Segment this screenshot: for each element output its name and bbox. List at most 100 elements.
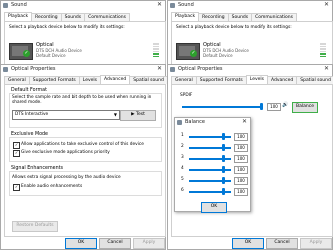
tab-communications[interactable]: Communications — [251, 13, 297, 21]
test-label: Test — [136, 112, 145, 117]
title-bar: Optical Properties ✕ — [168, 65, 332, 74]
tab-bar: Playback Recording Sounds Communications — [171, 12, 297, 22]
device-status: Default Device — [36, 53, 66, 58]
level-meter — [320, 43, 326, 57]
balance-channel-row: 4 100 — [175, 165, 252, 174]
cancel-button[interactable]: Cancel — [99, 238, 131, 249]
enable-enhancements-label: Enable audio enhancements — [21, 184, 83, 189]
channel-value[interactable]: 100 — [234, 144, 248, 152]
optical-properties-left: Optical Properties ✕ General Supported F… — [0, 64, 168, 250]
spdif-value[interactable]: 100 — [267, 103, 281, 111]
window-title: Balance — [185, 119, 205, 125]
tab-bar: General Supported Formats Levels Advance… — [171, 75, 333, 85]
ok-button[interactable]: OK — [232, 238, 264, 249]
channel-label: 3 — [181, 155, 184, 160]
exclusive-control-label: Allow applications to take exclusive con… — [21, 142, 144, 147]
balance-channel-row: 5 100 — [175, 176, 252, 185]
default-check-icon: ✓ — [23, 50, 30, 57]
exclusive-priority-label: Give exclusive mode applications priorit… — [21, 150, 110, 155]
channel-value[interactable]: 100 — [234, 188, 248, 196]
tab-general[interactable]: General — [4, 76, 30, 84]
channel-slider-thumb[interactable] — [222, 155, 225, 162]
title-bar: Optical Properties ✕ — [1, 65, 165, 74]
sound-window-right: Sound ✕ Playback Recording Sounds Commun… — [167, 0, 333, 68]
restore-defaults-button[interactable]: Restore Defaults — [12, 221, 58, 232]
tab-supported-formats[interactable]: Supported Formats — [28, 76, 80, 84]
tab-communications[interactable]: Communications — [84, 13, 130, 21]
speaker-icon — [170, 67, 175, 72]
close-icon[interactable]: ✕ — [242, 118, 247, 125]
advanced-panel: Default Format Select the sample rate an… — [4, 84, 166, 237]
tab-advanced[interactable]: Advanced — [267, 76, 298, 84]
balance-channel-row: 6 100 — [175, 187, 252, 196]
tab-levels[interactable]: Levels — [78, 76, 102, 84]
title-bar: Sound ✕ — [1, 1, 165, 10]
spdif-slider-fill — [182, 106, 262, 108]
tab-bar: General Supported Formats Levels Advance… — [4, 75, 168, 85]
ok-button[interactable]: OK — [201, 202, 227, 213]
device-status: Default Device — [203, 53, 233, 58]
default-check-icon: ✓ — [190, 50, 197, 57]
title-bar: Sound ✕ — [168, 1, 332, 10]
channel-label: 1 — [181, 133, 184, 138]
balance-channel-row: 1 100 — [175, 132, 252, 141]
spdif-label: SPDIF — [180, 93, 193, 98]
channel-slider-thumb[interactable] — [222, 133, 225, 140]
channel-slider-thumb[interactable] — [222, 177, 225, 184]
channel-value[interactable]: 100 — [234, 177, 248, 185]
tab-spatial-sound[interactable]: Spatial sound — [129, 76, 168, 84]
tab-recording[interactable]: Recording — [31, 13, 62, 21]
tab-supported-formats[interactable]: Supported Formats — [195, 76, 247, 84]
speaker-mute-icon[interactable]: 🔊 — [282, 102, 289, 109]
exclusive-control-checkbox[interactable]: ✓ — [13, 142, 20, 149]
chevron-down-icon: ▼ — [113, 112, 117, 117]
channel-label: 4 — [181, 166, 184, 171]
tab-recording[interactable]: Recording — [198, 13, 229, 21]
channel-label: 5 — [181, 177, 184, 182]
balance-channel-row: 3 100 — [175, 154, 252, 163]
speaker-icon — [170, 3, 175, 8]
channel-label: 2 — [181, 144, 184, 149]
signal-enhancements-desc: Allows extra signal processing by the au… — [12, 175, 121, 180]
default-format-desc: Select the sample rate and bit depth to … — [12, 95, 152, 105]
window-title: Optical Properties — [178, 66, 223, 72]
channel-slider-thumb[interactable] — [222, 188, 225, 195]
speaker-icon — [3, 3, 8, 8]
channel-value[interactable]: 100 — [234, 133, 248, 141]
tab-bar: Playback Recording Sounds Communications — [4, 12, 130, 22]
window-title: Optical Properties — [11, 66, 56, 72]
enable-enhancements-checkbox[interactable]: ✓ — [13, 184, 20, 191]
channel-slider-thumb[interactable] — [222, 166, 225, 173]
close-icon[interactable]: ✕ — [324, 65, 329, 72]
apply-button[interactable]: Apply — [300, 238, 332, 249]
tab-sounds[interactable]: Sounds — [227, 13, 253, 21]
balance-button[interactable]: Balance — [292, 102, 318, 113]
instruction-text: Select a playback device below to modify… — [176, 25, 292, 30]
window-title: Sound — [11, 2, 27, 8]
window-title: Sound — [178, 2, 194, 8]
cancel-button[interactable]: Cancel — [266, 238, 298, 249]
close-icon[interactable]: ✕ — [324, 1, 329, 8]
format-select[interactable]: DTS Interactive ▼ — [12, 110, 120, 120]
channel-value[interactable]: 100 — [234, 166, 248, 174]
close-icon[interactable]: ✕ — [157, 65, 162, 72]
tab-sounds[interactable]: Sounds — [60, 13, 86, 21]
tab-general[interactable]: General — [171, 76, 197, 84]
channel-value[interactable]: 100 — [234, 155, 248, 163]
exclusive-priority-checkbox[interactable]: ✓ — [13, 150, 20, 157]
tab-spatial-sound[interactable]: Spatial sound — [296, 76, 333, 84]
speaker-icon — [3, 67, 8, 72]
balance-dialog: Balance ✕ 1 100 2 100 3 100 4 100 5 100 6 100 OK — [174, 117, 252, 213]
close-icon[interactable]: ✕ — [157, 1, 162, 8]
format-select-value: DTS Interactive — [15, 112, 49, 117]
balance-channel-row: 2 100 — [175, 143, 252, 152]
channel-slider-thumb[interactable] — [222, 144, 225, 151]
device-item[interactable]: ✓ Optical DTS DCH Audio Device Default D… — [9, 41, 161, 60]
apply-button[interactable]: Apply — [133, 238, 165, 249]
sound-window-left: Sound ✕ Playback Recording Sounds Commun… — [0, 0, 166, 68]
spdif-slider-thumb[interactable] — [260, 103, 263, 110]
test-button[interactable]: ▶ Test — [120, 110, 156, 121]
channel-label: 6 — [181, 188, 184, 193]
device-item[interactable]: ✓ Optical DTS DCH Audio Device Default D… — [176, 41, 328, 60]
ok-button[interactable]: OK — [65, 238, 97, 249]
